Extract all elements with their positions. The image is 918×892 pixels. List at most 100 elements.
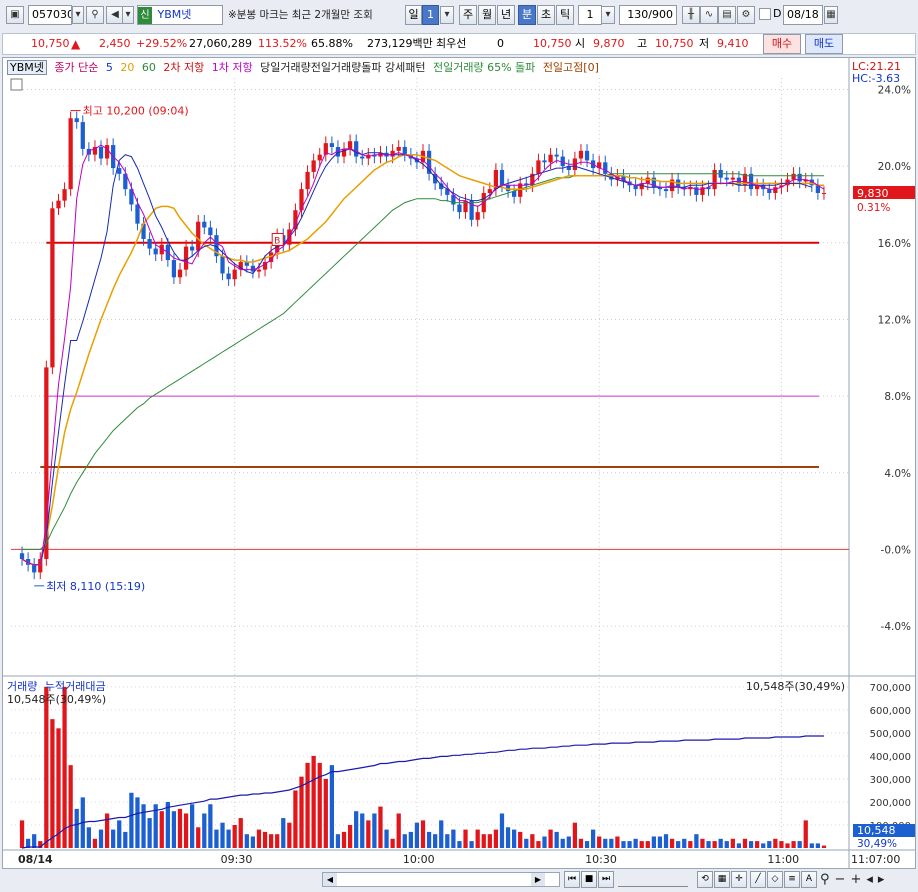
- legend-res2[interactable]: 2차 저항: [163, 61, 204, 74]
- candle-body: [645, 177, 650, 184]
- volume-bar: [214, 829, 219, 848]
- price-tick-label: 24.0%: [878, 84, 911, 96]
- date-checkbox[interactable]: [759, 8, 771, 20]
- trade-amount: 273,129백만: [367, 37, 433, 50]
- reset-zoom-icon[interactable]: ⟲: [697, 871, 713, 888]
- scroll-right-icon[interactable]: ▶: [531, 873, 545, 886]
- legend-volume[interactable]: 거래량: [7, 680, 37, 693]
- period-minute[interactable]: 분: [518, 5, 536, 25]
- volume-bar: [487, 834, 492, 848]
- legend-ma60[interactable]: 60: [142, 61, 156, 74]
- volume-bar: [663, 834, 669, 848]
- volume-bar: [74, 808, 79, 848]
- volume-bar: [202, 813, 207, 848]
- legend-pattern[interactable]: 당일거래량전일거래량돌파 강세패턴: [260, 61, 425, 74]
- candle-body: [56, 200, 61, 209]
- fib-icon[interactable]: ≡: [784, 871, 800, 888]
- period-day-count[interactable]: 1: [422, 5, 439, 25]
- volume-bar: [724, 841, 729, 848]
- candle-body: [208, 227, 213, 236]
- volume-tick-label: 200,000: [870, 798, 911, 809]
- sell-button[interactable]: 매도: [805, 34, 843, 54]
- line-style-icon[interactable]: ∿: [700, 6, 718, 24]
- volume-bar: [469, 841, 474, 848]
- bar-count-field[interactable]: 130/900: [619, 5, 677, 25]
- grid-icon[interactable]: ▦: [714, 871, 730, 888]
- gear-icon[interactable]: ⚙: [737, 6, 755, 24]
- period-week[interactable]: 주: [459, 5, 477, 25]
- trendline-icon[interactable]: ╱: [750, 871, 766, 888]
- zoom-out-icon[interactable]: ⚲: [820, 872, 835, 887]
- shape-icon[interactable]: ◇: [767, 871, 783, 888]
- chart-canvas[interactable]: 24.0% 20.0% 16.0% 12.0% 8.0% 4.0% -0.0% -4.0% 70…: [3, 58, 915, 868]
- period-second[interactable]: 초: [537, 5, 555, 25]
- legend-prevhigh[interactable]: 전일고점[0]: [543, 61, 599, 74]
- save-icon[interactable]: ▤: [718, 6, 736, 24]
- search-icon[interactable]: ⚲: [86, 6, 104, 24]
- volume-bar: [275, 834, 280, 848]
- legend-ma20[interactable]: 20: [120, 61, 134, 74]
- date-input[interactable]: 08/18: [783, 5, 823, 25]
- volume-bar: [305, 762, 310, 848]
- volume-bar: [50, 719, 55, 848]
- navigation-bar: ◀ ▶ ⏮ ■ ⏭ ⟲ ▦ ✛ ╱ ◇ ≡ A ⚲−+◂▸: [0, 869, 918, 892]
- volume-bar: [524, 838, 529, 848]
- zoom-controls[interactable]: ⚲−+◂▸: [820, 871, 889, 888]
- turnover-rate: 65.88%: [311, 37, 353, 50]
- period-tick[interactable]: 틱: [556, 5, 574, 25]
- period-day[interactable]: 일: [405, 5, 422, 25]
- legend-ma5[interactable]: 5: [106, 61, 113, 74]
- right-icon[interactable]: ▸: [878, 872, 890, 887]
- chart-area[interactable]: 24.0% 20.0% 16.0% 12.0% 8.0% 4.0% -0.0% -4.0% 70…: [2, 57, 916, 869]
- stop-icon[interactable]: ■: [581, 871, 597, 888]
- scroll-left-icon[interactable]: ◀: [323, 873, 337, 886]
- last-icon[interactable]: ⏭: [598, 871, 614, 888]
- candle-body: [402, 146, 407, 155]
- volume-bar: [19, 820, 25, 848]
- zoom-slider[interactable]: [618, 872, 688, 887]
- stock-code-input[interactable]: 057030: [28, 5, 72, 25]
- legend-prevvol[interactable]: 전일거래량 65% 돌파: [433, 61, 535, 74]
- window-icon[interactable]: ▣: [6, 6, 24, 24]
- volume-bar: [414, 822, 420, 848]
- volume-bar: [250, 836, 256, 848]
- volume-bar: [633, 838, 638, 848]
- volume-bar: [706, 841, 711, 848]
- plus-icon[interactable]: +: [850, 872, 866, 887]
- volume-bar: [68, 765, 73, 848]
- volume-bar: [408, 831, 413, 848]
- left-icon[interactable]: ◂: [866, 872, 878, 887]
- volume-bar: [700, 838, 705, 848]
- volume-bar: [761, 843, 766, 848]
- candle-type-icon[interactable]: ╫: [682, 6, 700, 24]
- interval-input[interactable]: 1: [578, 5, 602, 25]
- volume-bar: [190, 804, 195, 848]
- interval-dropdown-icon[interactable]: ▾: [601, 6, 615, 24]
- crosshair-icon[interactable]: ✛: [731, 871, 747, 888]
- legend-stock[interactable]: YBM넷: [7, 60, 47, 75]
- buy-button[interactable]: 매수: [763, 34, 801, 54]
- volume-bar: [609, 838, 614, 848]
- candle-body: [791, 173, 796, 180]
- stock-name-field[interactable]: 신 YBM넷: [137, 5, 223, 25]
- code-dropdown-icon[interactable]: ▾: [72, 6, 84, 24]
- volume-bar: [512, 829, 517, 848]
- candle-body: [603, 162, 608, 174]
- first-icon[interactable]: ⏮: [564, 871, 580, 888]
- text-tool-icon[interactable]: A: [801, 871, 817, 888]
- period-month[interactable]: 월: [478, 5, 496, 25]
- candle-body: [305, 171, 310, 190]
- legend-res1[interactable]: 1차 저항: [212, 61, 253, 74]
- low-value: 9,410: [717, 37, 749, 50]
- speaker-dropdown-icon[interactable]: ▾: [122, 6, 134, 24]
- horizontal-scrollbar[interactable]: ◀ ▶: [322, 872, 560, 887]
- calendar-icon[interactable]: ▦: [824, 6, 838, 24]
- legend-ma-label[interactable]: 종가 단순: [54, 61, 98, 74]
- volume-bar: [785, 843, 790, 848]
- volume-bar: [730, 838, 735, 848]
- zoom-in-icon[interactable]: −: [835, 872, 851, 887]
- period-year[interactable]: 년: [497, 5, 515, 25]
- volume-bar: [639, 841, 644, 848]
- period-dropdown-icon[interactable]: ▾: [440, 6, 454, 24]
- legend-cumamount[interactable]: 누적거래대금: [45, 680, 106, 693]
